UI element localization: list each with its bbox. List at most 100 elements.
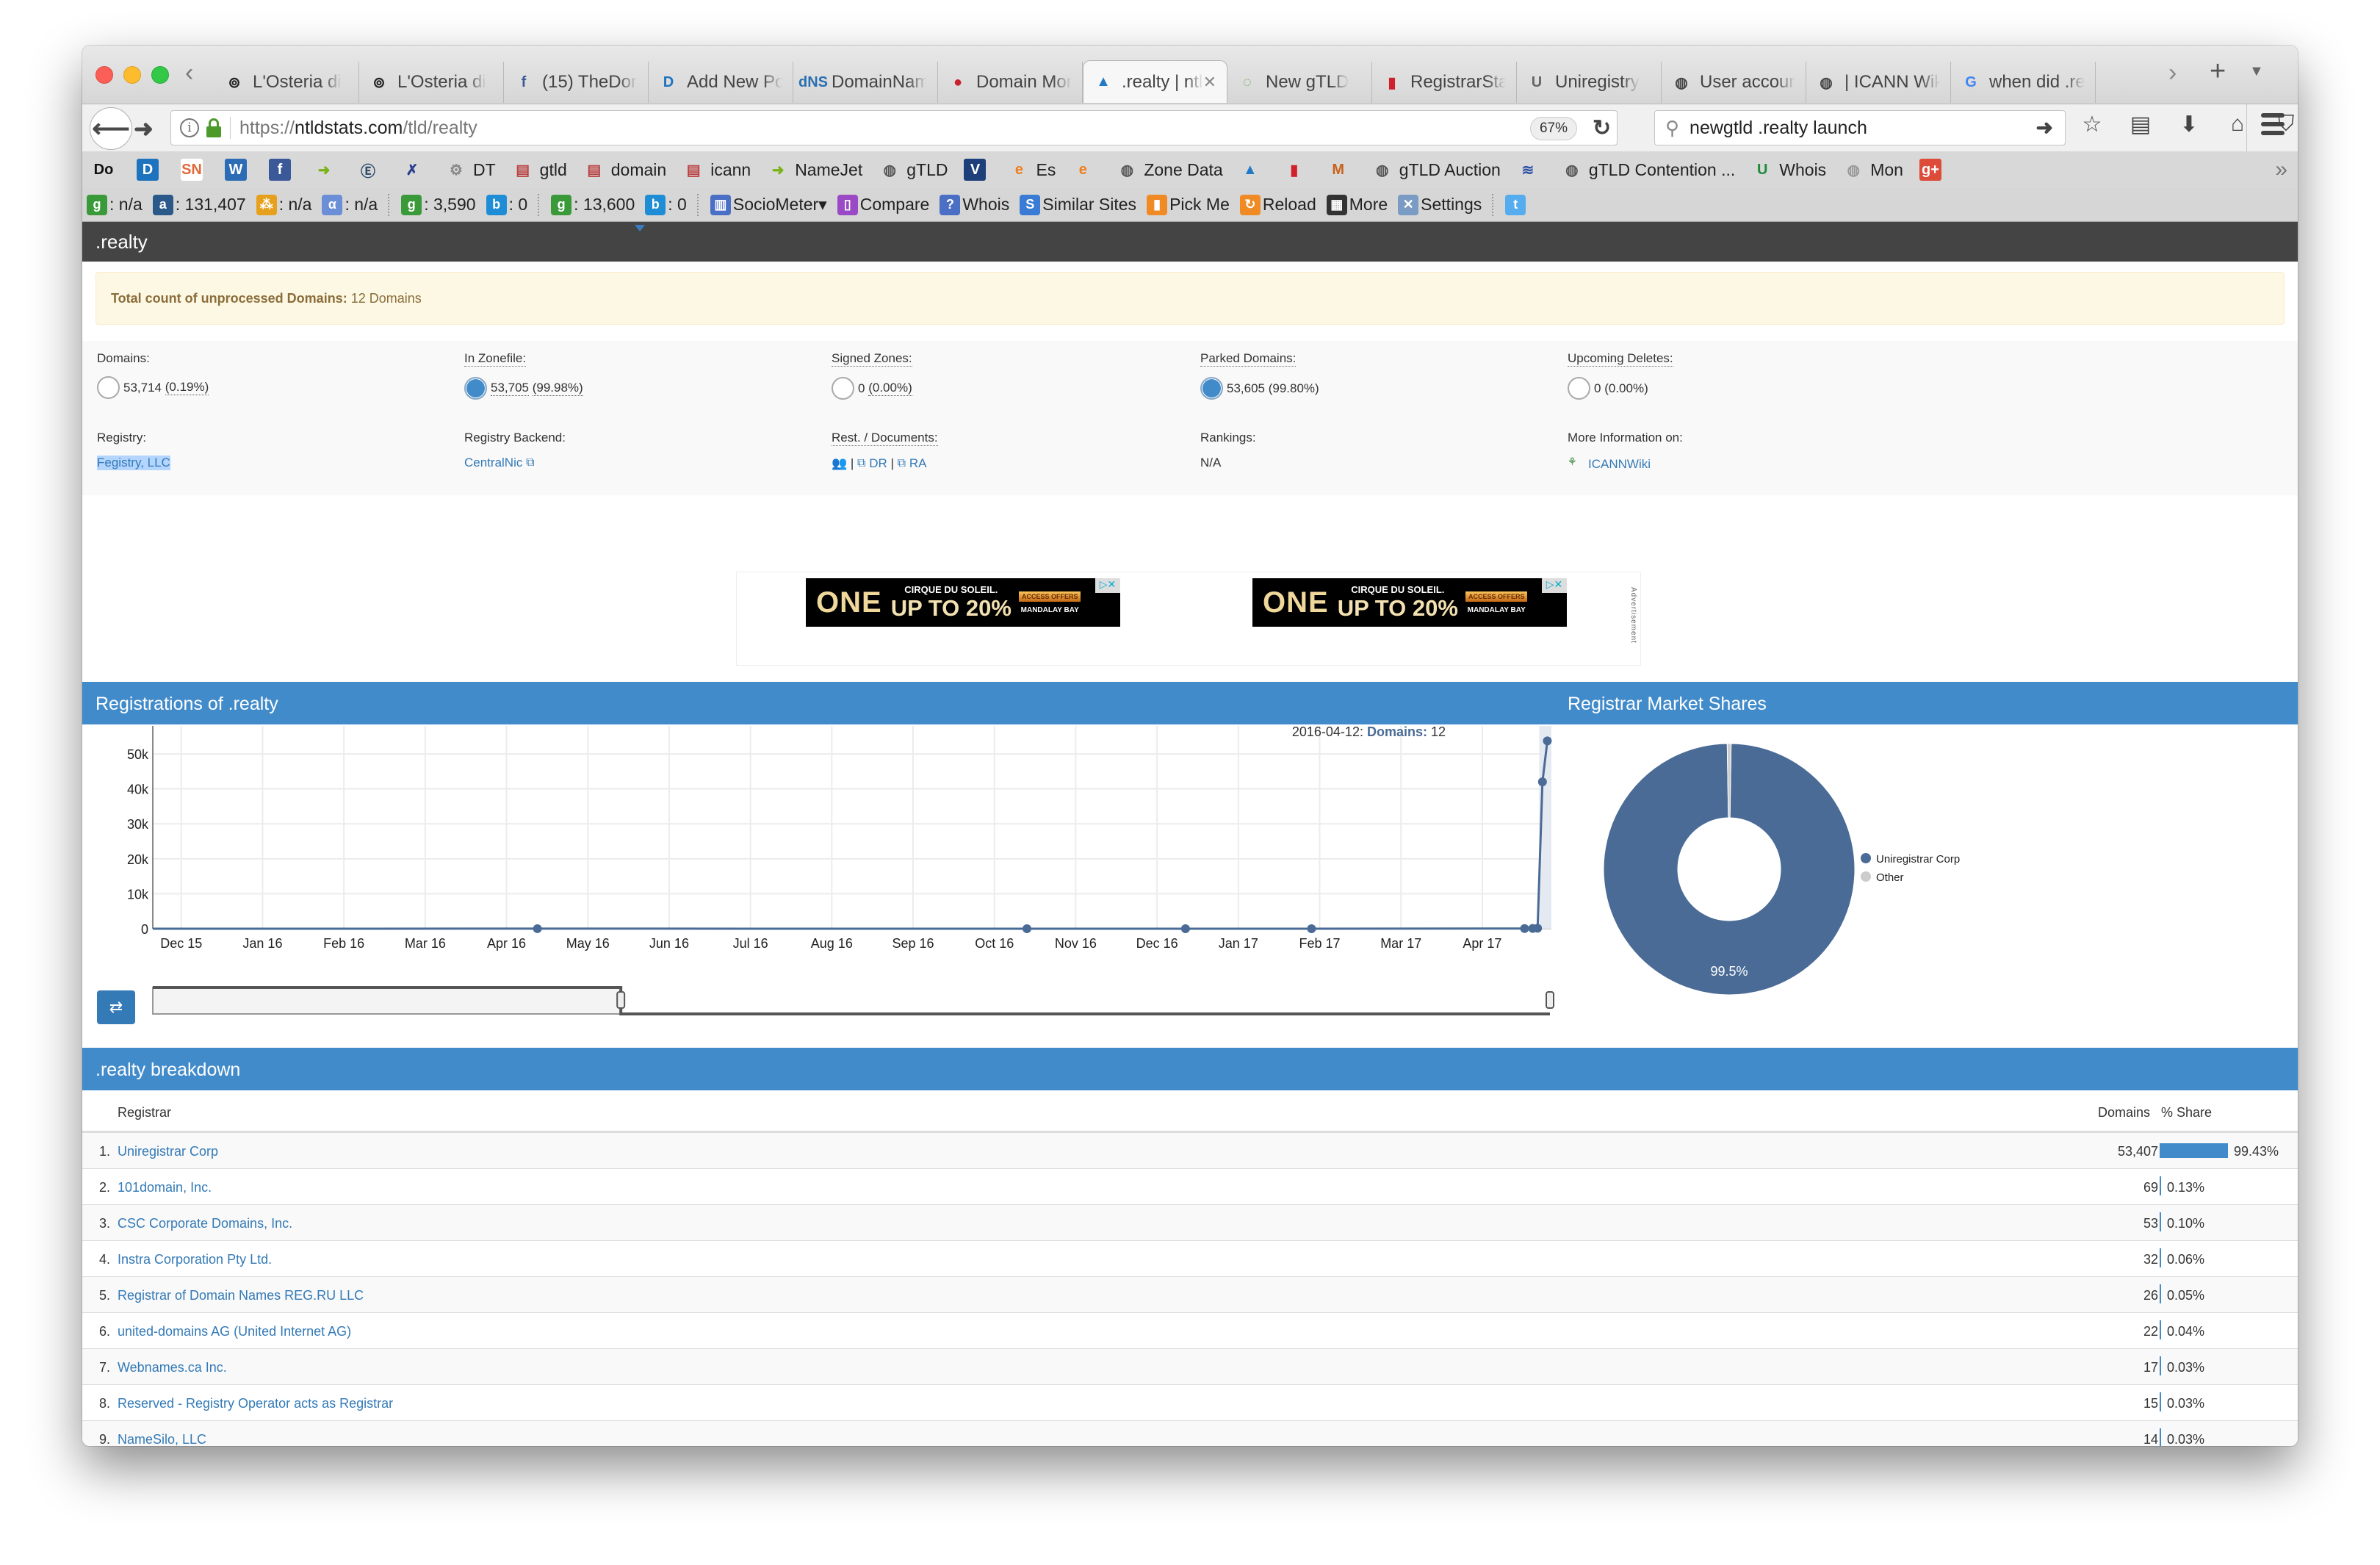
new-tab-button[interactable]: + [2210, 56, 2226, 87]
column-header-domains[interactable]: Domains [2098, 1105, 2150, 1120]
legend-item[interactable]: Other [1876, 871, 1904, 884]
tab[interactable]: ◍ User account [1662, 62, 1806, 103]
seo-toolbar-item[interactable]: a: 131,407 [152, 194, 246, 215]
seo-toolbar-item[interactable]: b: 0 [486, 194, 527, 215]
bookmark-item[interactable]: ◍ gTLD [879, 159, 948, 181]
downloads-icon[interactable]: ⬇ [2177, 112, 2201, 137]
bookmark-item[interactable]: ▤ domain [583, 159, 666, 181]
tab[interactable]: Gwhen did .realty [1951, 62, 2096, 103]
registrar-link[interactable]: Webnames.ca Inc. [118, 1360, 227, 1375]
bookmark-item[interactable]: ➜ NameJet [767, 159, 862, 181]
data-point[interactable] [1520, 924, 1529, 933]
zoom-level-badge[interactable]: 67% [1530, 117, 1577, 140]
bookmark-item[interactable]: W [225, 159, 253, 181]
forward-button[interactable]: ➜ [134, 115, 154, 143]
tab[interactable]: ▲ .realty | ntldstats✕ [1083, 60, 1227, 103]
tab[interactable]: ◌ New gTLD [1227, 62, 1372, 103]
icannwiki-link[interactable]: ICANNWiki [1588, 457, 1651, 472]
registrar-link[interactable]: united-domains AG (United Internet AG) [118, 1324, 351, 1339]
seo-toolbar-item[interactable]: t [1505, 194, 1528, 215]
users-icon[interactable]: 👥 [832, 456, 847, 471]
bookmark-item[interactable]: ◍ gTLD Contention ... [1561, 159, 1735, 181]
toggle-range-button[interactable]: ⇄ [97, 990, 135, 1024]
seo-toolbar-item[interactable]: S Similar Sites [1020, 194, 1136, 215]
registrar-link[interactable]: CSC Corporate Domains, Inc. [118, 1216, 292, 1231]
search-input[interactable]: newgtld .realty launch [1690, 118, 1867, 139]
bookmark-item[interactable]: ▤ icann [682, 159, 751, 181]
info-icon[interactable]: i [180, 118, 199, 137]
minimize-window-button[interactable] [123, 66, 141, 84]
legend-item[interactable]: Uniregistrar Corp [1876, 853, 1960, 866]
ad-banner[interactable]: ONE CIRQUE DU SOLEIL. UP TO 20% ACCESS OF… [1252, 578, 1567, 627]
bookmark-item[interactable]: ▮ [1283, 159, 1311, 181]
registrar-link[interactable]: 101domain, Inc. [118, 1180, 212, 1195]
seo-toolbar-item[interactable]: ✕ Settings [1398, 194, 1482, 215]
registrar-link[interactable]: Reserved - Registry Operator acts as Reg… [118, 1396, 393, 1411]
bookmarks-overflow-icon[interactable]: » [2275, 157, 2287, 182]
data-point[interactable] [1023, 924, 1031, 933]
column-header-share[interactable]: % Share [2161, 1105, 2212, 1120]
close-window-button[interactable] [95, 66, 113, 84]
backend-link[interactable]: CentralNic [464, 456, 522, 470]
bookmark-item[interactable]: ◍ Zone Data [1116, 159, 1223, 181]
bookmark-item[interactable]: ▲ [1239, 159, 1267, 181]
seo-toolbar-item[interactable]: g: 3,590 [401, 194, 476, 215]
ra-link[interactable]: RA [909, 456, 927, 471]
bookmark-item[interactable]: ◍ gTLD Auction [1371, 159, 1501, 181]
navigator-handle-left[interactable] [616, 991, 626, 1009]
bookmark-item[interactable]: ◍ Mon [1842, 159, 1903, 181]
adchoices-icon[interactable]: ▷✕ [1542, 578, 1567, 593]
navigator-handle-right[interactable] [1546, 991, 1554, 1009]
data-point[interactable] [1180, 924, 1190, 933]
tab-scroll-left-icon[interactable]: ‹ [185, 59, 193, 87]
bookmark-item[interactable]: Do [93, 159, 120, 181]
url-text[interactable]: https://ntldstats.com/tld/realty [239, 118, 477, 139]
lock-icon[interactable] [206, 118, 221, 137]
registrar-link[interactable]: Registrar of Domain Names REG.RU LLC [118, 1288, 364, 1303]
registrar-link[interactable]: Uniregistrar Corp [118, 1144, 218, 1159]
bookmark-item[interactable]: f [269, 159, 297, 181]
reading-list-icon[interactable]: ▤ [2129, 112, 2152, 137]
url-bar[interactable]: i https://ntldstats.com/tld/realty 67% ↻ [170, 110, 1618, 145]
tab-scroll-right-icon[interactable]: › [2168, 59, 2177, 87]
bookmark-item[interactable]: e Es [1008, 159, 1056, 181]
registrar-link[interactable]: NameSilo, LLC [118, 1432, 206, 1446]
bookmark-item[interactable]: V [964, 159, 992, 181]
bookmark-item[interactable]: ⚙ DT [445, 159, 496, 181]
tab[interactable]: dNSDomainNameWire [793, 62, 938, 103]
search-go-icon[interactable]: ➜ [2036, 115, 2053, 140]
tab[interactable]: ⊚ L'Osteria di [214, 62, 359, 103]
bookmark-item[interactable]: D [137, 159, 165, 181]
tab[interactable]: ● Domain Mondo [938, 62, 1083, 103]
seo-toolbar-item[interactable]: α: n/a [322, 194, 378, 215]
zoom-window-button[interactable] [151, 66, 169, 84]
data-point[interactable] [1533, 924, 1543, 933]
search-bar[interactable]: ⚲ newgtld .realty launch ➜ [1654, 110, 2066, 145]
bookmark-item[interactable]: g+ [1919, 159, 1947, 181]
seo-toolbar-item[interactable]: ⁂: n/a [256, 194, 311, 215]
seo-toolbar-item[interactable]: ? Whois [940, 194, 1009, 215]
tab[interactable]: U Uniregistry [1517, 62, 1662, 103]
data-point[interactable] [533, 924, 542, 933]
bookmark-item[interactable]: SN [181, 159, 209, 181]
seo-toolbar-item[interactable]: ▦ More [1326, 194, 1388, 215]
registrar-link[interactable]: Instra Corporation Pty Ltd. [118, 1252, 272, 1267]
data-point[interactable] [1537, 777, 1547, 787]
adchoices-icon[interactable]: ▷✕ [1095, 578, 1120, 593]
seo-toolbar-item[interactable]: b: 0 [645, 194, 687, 215]
bookmark-item[interactable]: ▤ gtld [512, 159, 567, 181]
tab[interactable]: ⊚ L'Osteria di [359, 62, 504, 103]
bookmark-item[interactable]: ✗ [401, 159, 429, 181]
seo-toolbar-item[interactable]: ▮ Pick Me [1147, 194, 1230, 215]
tab[interactable]: ▮ RegistrarStats [1372, 62, 1517, 103]
data-point[interactable] [1307, 924, 1316, 933]
hamburger-menu-icon[interactable] [2261, 113, 2285, 135]
dr-link[interactable]: DR [869, 456, 887, 471]
seo-toolbar-item[interactable]: ▥ SocioMeter▾ [710, 194, 827, 215]
tab[interactable]: D Add New Post [649, 62, 793, 103]
registry-link[interactable]: Fegistry, LLC [97, 456, 170, 470]
bookmark-item[interactable]: e [1072, 159, 1100, 181]
seo-toolbar-item[interactable]: g: 13,600 [551, 194, 635, 215]
ad-banner[interactable]: ONE CIRQUE DU SOLEIL. UP TO 20% ACCESS OF… [806, 578, 1120, 627]
seo-toolbar-item[interactable]: ↻ Reload [1239, 194, 1316, 215]
